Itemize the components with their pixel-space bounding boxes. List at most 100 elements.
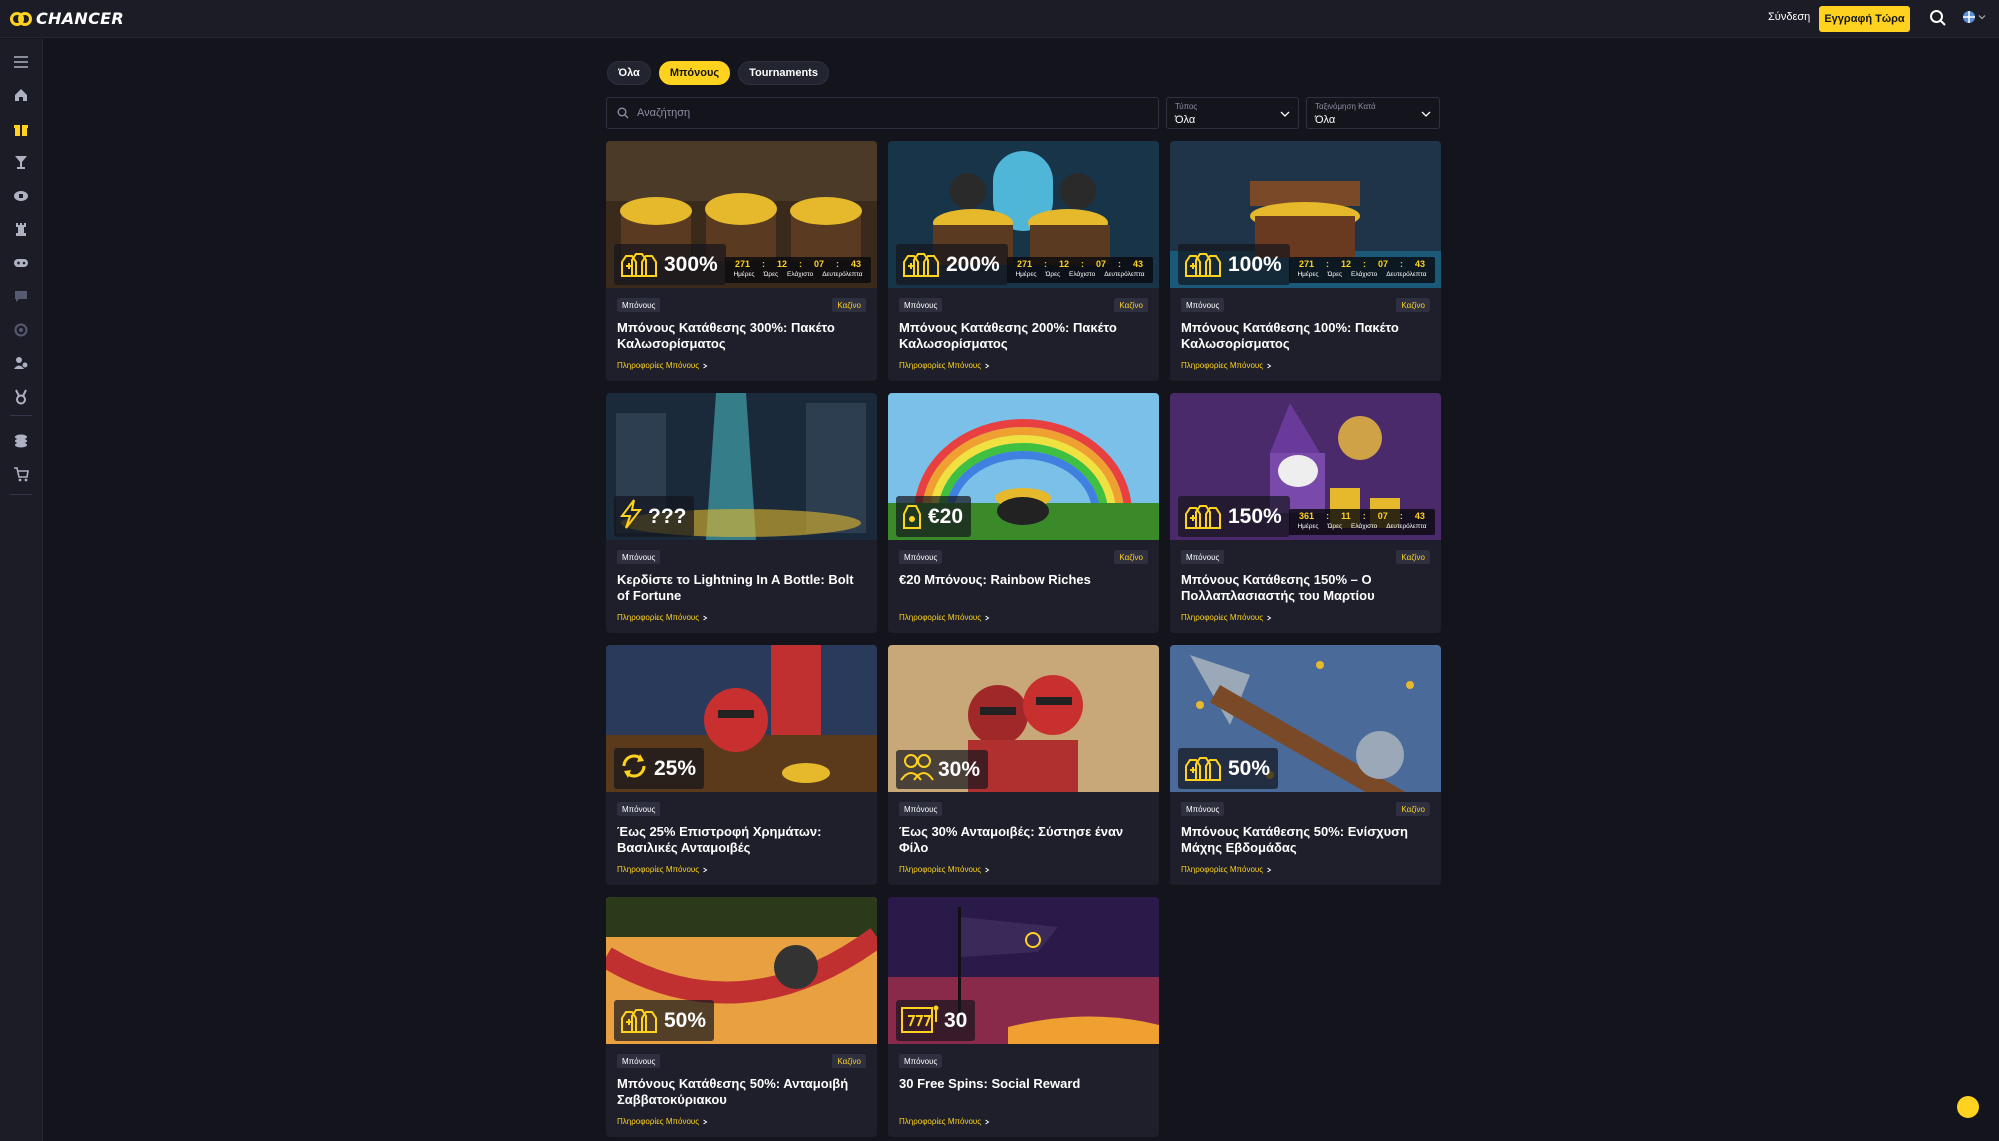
bonus-info-link[interactable]: Πληροφορίες Μπόνους xyxy=(1181,613,1272,622)
chat-icon[interactable] xyxy=(12,287,30,305)
chevron-down-icon xyxy=(1978,15,1986,20)
money-bags-icon xyxy=(1182,246,1224,283)
promo-card[interactable]: 30% Μπόνους Έως 30% Ανταμοιβές: Σύστησε … xyxy=(888,645,1159,885)
promo-image[interactable]: 30% xyxy=(888,645,1159,792)
bonus-amount-badge: 30% xyxy=(896,750,989,789)
search-input[interactable] xyxy=(637,107,1117,119)
promo-card[interactable]: 30 Μπόνους 30 Free Spins: Social Reward … xyxy=(888,897,1159,1137)
search-icon[interactable] xyxy=(1929,9,1947,27)
timer-seconds-label: Δευτερόλεπτα xyxy=(822,271,863,278)
promo-image[interactable]: ??? xyxy=(606,393,877,540)
promo-image[interactable]: €20 xyxy=(888,393,1159,540)
bonus-info-link[interactable]: Πληροφορίες Μπόνους xyxy=(899,361,990,370)
promo-title[interactable]: Μπόνους Κατάθεσης 100%: Πακέτο Καλωσορίσ… xyxy=(1181,320,1433,352)
bonus-amount-badge: 30 xyxy=(896,1000,976,1041)
category-tag: Καζίνο xyxy=(1396,550,1430,564)
promo-image[interactable]: 300% 271: 12: 07: 43 Ημέρες Ώρες Ελάχιστ… xyxy=(606,141,877,288)
timer-hours: 12 xyxy=(1340,259,1351,269)
bonus-amount-badge: 150% xyxy=(1178,496,1290,537)
promo-card[interactable]: 300% 271: 12: 07: 43 Ημέρες Ώρες Ελάχιστ… xyxy=(606,141,877,381)
promo-image[interactable]: 50% xyxy=(606,897,877,1044)
type-select[interactable]: Τύπος Όλα xyxy=(1166,97,1299,129)
promo-image[interactable]: 100% 271: 12: 07: 43 Ημέρες Ώρες Ελάχιστ… xyxy=(1170,141,1441,288)
gamepad-icon[interactable] xyxy=(12,254,30,272)
promo-image[interactable]: 200% 271: 12: 07: 43 Ημέρες Ώρες Ελάχιστ… xyxy=(888,141,1159,288)
bonus-amount-badge: 100% xyxy=(1178,244,1290,285)
bonus-info-link[interactable]: Πληροφορίες Μπόνους xyxy=(899,1117,990,1126)
search-icon xyxy=(617,107,629,119)
gift-icon[interactable] xyxy=(12,120,30,138)
promo-title[interactable]: Μπόνους Κατάθεσης 150% – Ο Πολλαπλασιαστ… xyxy=(1181,572,1433,604)
bonus-info-link[interactable]: Πληροφορίες Μπόνους xyxy=(617,1117,708,1126)
bonus-info-link[interactable]: Πληροφορίες Μπόνους xyxy=(617,361,708,370)
sort-select[interactable]: Ταξινόμηση Κατά Όλα xyxy=(1306,97,1440,129)
chat-support-button[interactable] xyxy=(1957,1096,1979,1118)
bonus-info-link[interactable]: Πληροφορίες Μπόνους xyxy=(1181,361,1272,370)
promo-card[interactable]: 100% 271: 12: 07: 43 Ημέρες Ώρες Ελάχιστ… xyxy=(1170,141,1441,381)
tab-bonus[interactable]: Μπόνους xyxy=(658,61,731,85)
bonus-info-link[interactable]: Πληροφορίες Μπόνους xyxy=(899,613,990,622)
promo-title[interactable]: €20 Μπόνους: Rainbow Riches xyxy=(899,572,1151,588)
bonus-info-label: Πληροφορίες Μπόνους xyxy=(899,865,982,874)
chevron-right-icon xyxy=(985,867,990,872)
language-selector[interactable] xyxy=(1962,10,1986,24)
category-tag: Καζίνο xyxy=(1396,298,1430,312)
promo-card[interactable]: 25% Μπόνους Έως 25% Επιστροφή Χρημάτων: … xyxy=(606,645,877,885)
promo-title[interactable]: Έως 30% Ανταμοιβές: Σύστησε έναν Φίλο xyxy=(899,824,1151,856)
promo-image[interactable]: 30 xyxy=(888,897,1159,1044)
bonus-amount-badge: €20 xyxy=(896,496,972,537)
timer-hours-label: Ώρες xyxy=(1327,271,1343,278)
bonus-amount-badge: 50% xyxy=(1178,748,1279,789)
bonus-amount: 30 xyxy=(944,1008,968,1032)
search-field[interactable] xyxy=(606,97,1159,129)
bonus-info-link[interactable]: Πληροφορίες Μπόνους xyxy=(617,613,708,622)
type-tag: Μπόνους xyxy=(1181,298,1225,312)
chevron-down-icon xyxy=(1280,111,1290,117)
timer-hours-label: Ώρες xyxy=(1045,271,1061,278)
category-tag: Καζίνο xyxy=(1114,550,1148,564)
signup-button[interactable]: Εγγραφή Τώρα xyxy=(1819,6,1910,32)
home-icon[interactable] xyxy=(12,86,30,104)
login-link[interactable]: Σύνδεση xyxy=(1768,11,1810,23)
timer-minutes: 07 xyxy=(1377,511,1388,521)
promo-card[interactable]: 200% 271: 12: 07: 43 Ημέρες Ώρες Ελάχιστ… xyxy=(888,141,1159,381)
cocktail-icon[interactable] xyxy=(12,153,30,171)
medal-icon[interactable] xyxy=(12,388,30,406)
bonus-info-label: Πληροφορίες Μπόνους xyxy=(617,613,700,622)
promo-card[interactable]: 150% 361: 11: 07: 43 Ημέρες Ώρες Ελάχιστ… xyxy=(1170,393,1441,633)
bonus-info-link[interactable]: Πληροφορίες Μπόνους xyxy=(1181,865,1272,874)
promo-title[interactable]: Μπόνους Κατάθεσης 50%: Ανταμοιβή Σαββατο… xyxy=(617,1076,869,1108)
promo-title[interactable]: Έως 25% Επιστροφή Χρημάτων: Βασιλικές Αν… xyxy=(617,824,869,856)
promo-title[interactable]: Κερδίστε το Lightning In A Bottle: Bolt … xyxy=(617,572,869,604)
bonus-info-label: Πληροφορίες Μπόνους xyxy=(617,865,700,874)
friends-icon xyxy=(900,752,934,787)
timer-seconds: 43 xyxy=(850,259,861,269)
sort-select-label: Ταξινόμηση Κατά xyxy=(1315,102,1376,111)
type-tag: Μπόνους xyxy=(1181,550,1225,564)
promo-card[interactable]: ??? Μπόνους Κερδίστε το Lightning In A B… xyxy=(606,393,877,633)
promo-title[interactable]: 30 Free Spins: Social Reward xyxy=(899,1076,1151,1092)
promo-card[interactable]: 50% Μπόνους Καζίνο Μπόνους Κατάθεσης 50%… xyxy=(1170,645,1441,885)
promo-image[interactable]: 25% xyxy=(606,645,877,792)
promo-card[interactable]: 50% Μπόνους Καζίνο Μπόνους Κατάθεσης 50%… xyxy=(606,897,877,1137)
tab-tournaments[interactable]: Tournaments xyxy=(738,61,829,85)
rook-icon[interactable] xyxy=(12,220,30,238)
user-group-icon[interactable] xyxy=(12,354,30,372)
promo-image[interactable]: 50% xyxy=(1170,645,1441,792)
bonus-info-link[interactable]: Πληροφορίες Μπόνους xyxy=(617,865,708,874)
coins-icon[interactable] xyxy=(12,432,30,450)
timer-seconds-label: Δευτερόλεπτα xyxy=(1386,523,1427,530)
ring-icon[interactable] xyxy=(12,321,30,339)
promo-title[interactable]: Μπόνους Κατάθεσης 300%: Πακέτο Καλωσορίσ… xyxy=(617,320,869,352)
menu-icon[interactable] xyxy=(12,53,30,71)
promo-card[interactable]: €20 Μπόνους Καζίνο €20 Μπόνους: Rainbow … xyxy=(888,393,1159,633)
cart-icon[interactable] xyxy=(12,465,30,483)
tabletennis-icon[interactable] xyxy=(12,187,30,205)
promo-title[interactable]: Μπόνους Κατάθεσης 200%: Πακέτο Καλωσορίσ… xyxy=(899,320,1151,352)
bonus-info-link[interactable]: Πληροφορίες Μπόνους xyxy=(899,865,990,874)
type-tag: Μπόνους xyxy=(617,1054,661,1068)
tab-all[interactable]: Όλα xyxy=(607,61,651,85)
promo-title[interactable]: Μπόνους Κατάθεσης 50%: Ενίσχυση Μάχης Εβ… xyxy=(1181,824,1433,856)
chancer-logo[interactable]: CHANCER xyxy=(10,9,124,28)
promo-image[interactable]: 150% 361: 11: 07: 43 Ημέρες Ώρες Ελάχιστ… xyxy=(1170,393,1441,540)
